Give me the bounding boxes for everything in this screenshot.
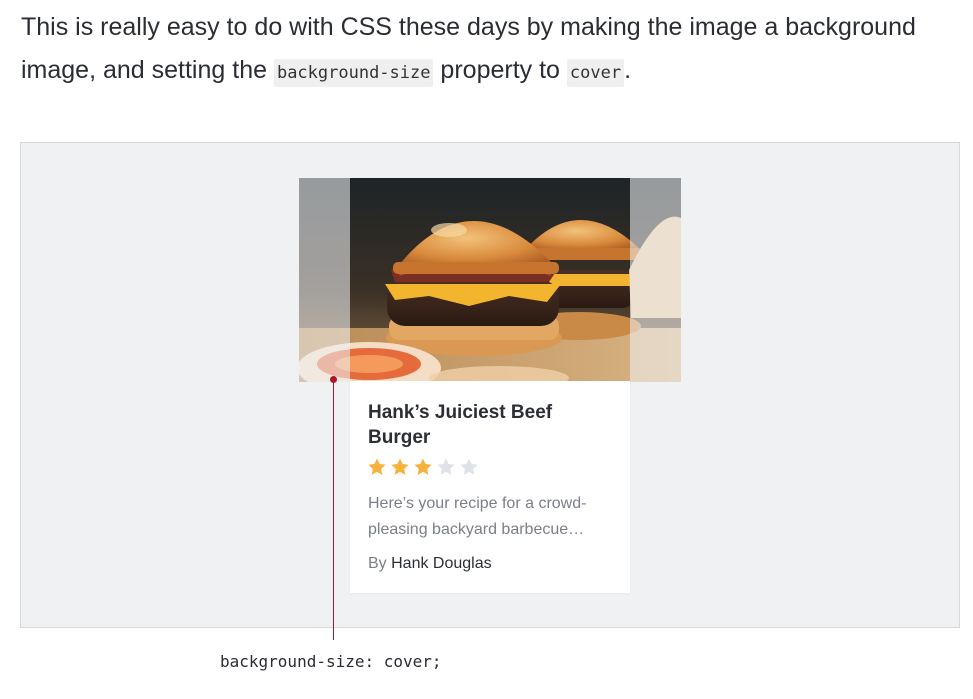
- code-background-size: background-size: [273, 59, 434, 87]
- card-author: Hank Douglas: [391, 555, 492, 572]
- card-description: Here’s your recipe for a crowd-pleasing …: [368, 495, 587, 538]
- caption-code: background-size: cover;: [220, 652, 442, 671]
- byline-prefix: By: [368, 555, 392, 572]
- image-overflow-left: [299, 178, 350, 382]
- star-filled-icon: [368, 458, 386, 475]
- code-cover: cover: [566, 59, 625, 87]
- intro-text-after: .: [624, 56, 632, 84]
- card-byline: By Hank Douglas: [368, 555, 492, 573]
- star-filled-icon: [414, 458, 432, 475]
- star-rating: [367, 457, 479, 477]
- demo-illustration: Hank’s Juiciest Beef Burger Here’s your …: [20, 142, 960, 628]
- annotation-line: [333, 380, 334, 640]
- star-empty-icon: [460, 458, 478, 475]
- intro-paragraph: This is really easy to do with CSS these…: [21, 6, 951, 95]
- card-title: Hank’s Juiciest Beef Burger: [368, 402, 553, 448]
- star-empty-icon: [437, 458, 455, 475]
- star-filled-icon: [391, 458, 409, 475]
- image-overflow-right: [630, 178, 681, 382]
- intro-text-middle: property to: [433, 56, 567, 84]
- burger-image: [299, 178, 681, 382]
- recipe-card: Hank’s Juiciest Beef Burger Here’s your …: [350, 381, 630, 593]
